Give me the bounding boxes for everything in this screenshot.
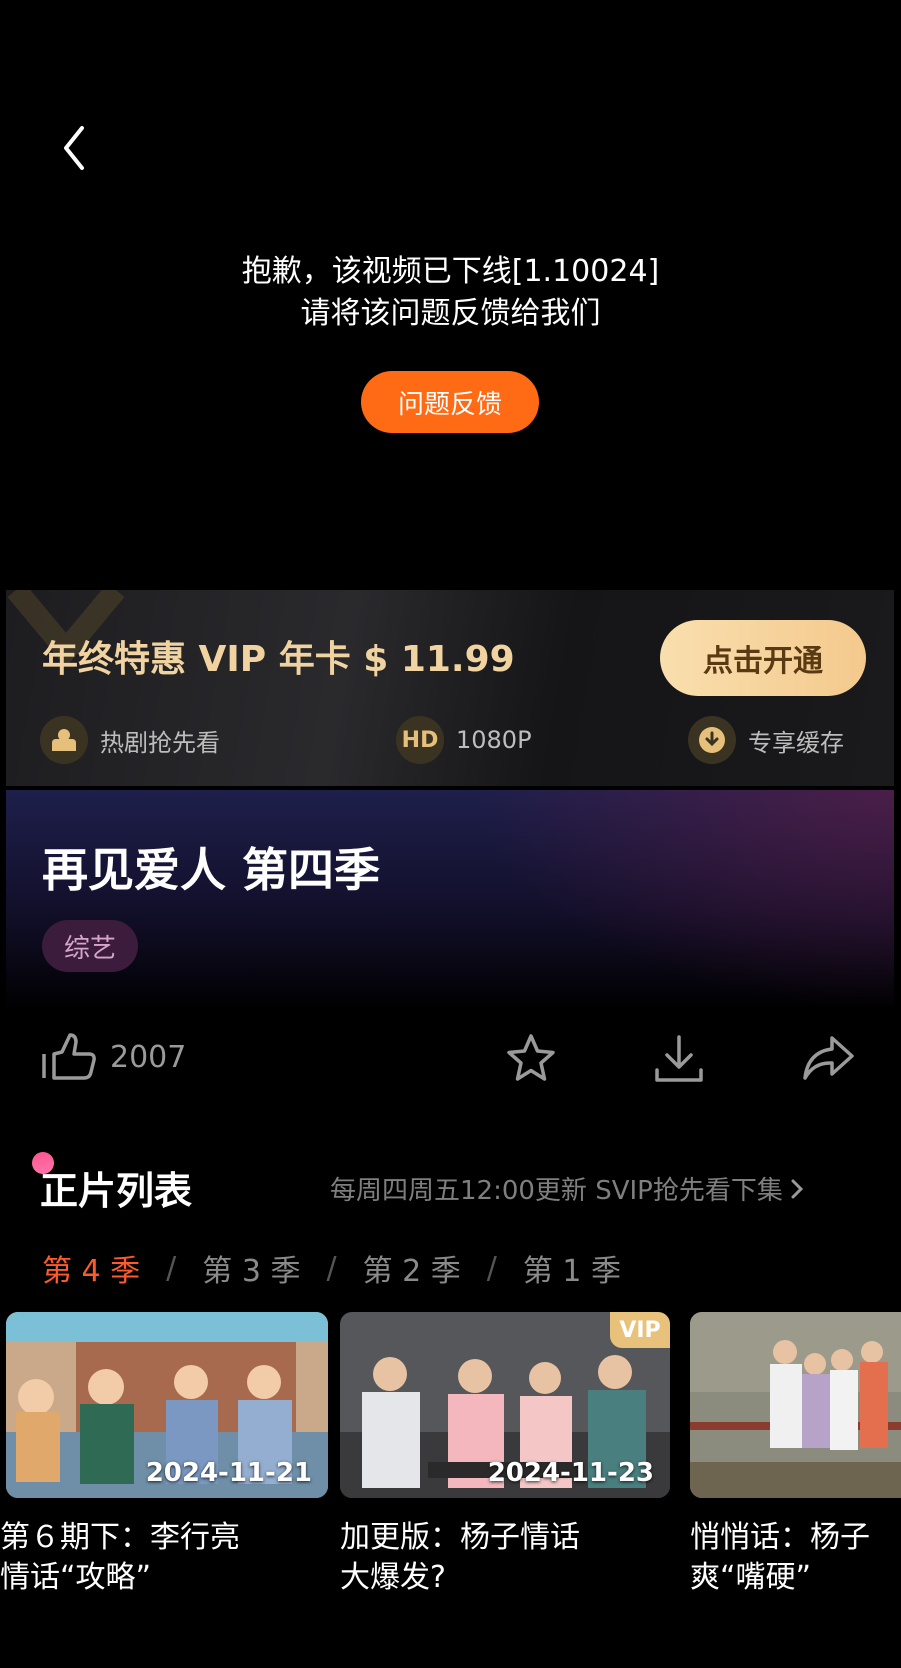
thumbs-up-icon	[42, 1033, 96, 1080]
like-button[interactable]: 2007	[40, 1032, 186, 1082]
episode-list-title: 正片列表	[40, 1169, 193, 1213]
episode-date: 2024-11-21	[145, 1458, 312, 1488]
perk-hd: HD 1080P	[396, 716, 532, 764]
update-schedule-text: 每周四周五12:00更新 SVIP抢先看下集	[330, 1176, 783, 1206]
perk-label: 1080P	[456, 726, 532, 754]
tab-season-1[interactable]: 第 1 季	[523, 1246, 621, 1290]
share-arrow-icon	[803, 1036, 854, 1080]
perk-early-access: 热剧抢先看	[40, 716, 220, 764]
vip-offer-title: 年终特惠 VIP 年卡 $ 11.99	[42, 639, 515, 680]
hd-icon: HD	[396, 716, 444, 764]
update-schedule-link[interactable]: 每周四周五12:00更新 SVIP抢先看下集	[330, 1170, 805, 1207]
star-icon	[507, 1034, 555, 1081]
perk-download: 专享缓存	[688, 716, 844, 764]
episode-title: 加更版：杨子情话 大爆发?	[340, 1520, 580, 1595]
episode-thumbnail: VIP 2024-11-23	[340, 1312, 670, 1498]
divider: /	[166, 1250, 177, 1286]
like-count: 2007	[110, 1039, 187, 1075]
back-button[interactable]	[56, 122, 96, 174]
tab-season-2[interactable]: 第 2 季	[363, 1246, 461, 1290]
tab-season-3[interactable]: 第 3 季	[202, 1246, 300, 1290]
divider: /	[326, 1250, 337, 1286]
sofa-person-icon	[40, 716, 88, 764]
episode-title: 第６期下：李行亮 情话“攻略”	[0, 1520, 240, 1595]
perk-label: 热剧抢先看	[100, 728, 220, 757]
episode-card[interactable]: VIP 2024-11-23 加更版：杨子情话 大爆发?	[340, 1312, 670, 1598]
show-title: 再见爱人 第四季	[42, 843, 381, 897]
download-button[interactable]	[652, 1032, 706, 1090]
share-button[interactable]	[800, 1032, 856, 1090]
divider: /	[486, 1250, 497, 1286]
episode-card[interactable]: 20 悄悄话：杨子 爽“嘴硬”	[690, 1312, 901, 1598]
feedback-button[interactable]: 问题反馈	[361, 371, 539, 433]
tab-season-4[interactable]: 第 4 季	[42, 1246, 140, 1290]
show-info-panel: 再见爱人 第四季 综艺	[6, 790, 894, 1010]
episode-title: 悄悄话：杨子 爽“嘴硬”	[690, 1520, 870, 1595]
episode-date: 2024-11-23	[487, 1458, 654, 1488]
perk-label: 专享缓存	[748, 728, 844, 757]
download-circle-icon	[688, 716, 736, 764]
episode-card[interactable]: 2024-11-21 第６期下：李行亮 情话“攻略”	[0, 1312, 328, 1598]
vip-subscribe-button[interactable]: 点击开通	[660, 620, 866, 696]
genre-tag[interactable]: 综艺	[42, 920, 138, 972]
favorite-button[interactable]	[504, 1032, 558, 1090]
error-message: 抱歉，该视频已下线[1.10024]	[241, 254, 660, 289]
chevron-left-icon	[64, 126, 84, 170]
season-tabs: 第 4 季 / 第 3 季 / 第 2 季 / 第 1 季	[42, 1246, 621, 1290]
episode-thumbnail: 20	[690, 1312, 901, 1498]
vip-badge: VIP	[610, 1312, 670, 1348]
chevron-right-icon	[791, 1179, 803, 1198]
download-icon	[655, 1035, 703, 1082]
vip-promo-panel: 年终特惠 VIP 年卡 $ 11.99 点击开通 热剧抢先看 HD 1080P …	[6, 590, 894, 786]
episode-cards: 2024-11-21 第６期下：李行亮 情话“攻略” VIP 2024-11-2…	[0, 1312, 901, 1612]
episode-thumbnail: 2024-11-21	[6, 1312, 328, 1498]
error-hint: 请将该问题反馈给我们	[300, 296, 601, 331]
